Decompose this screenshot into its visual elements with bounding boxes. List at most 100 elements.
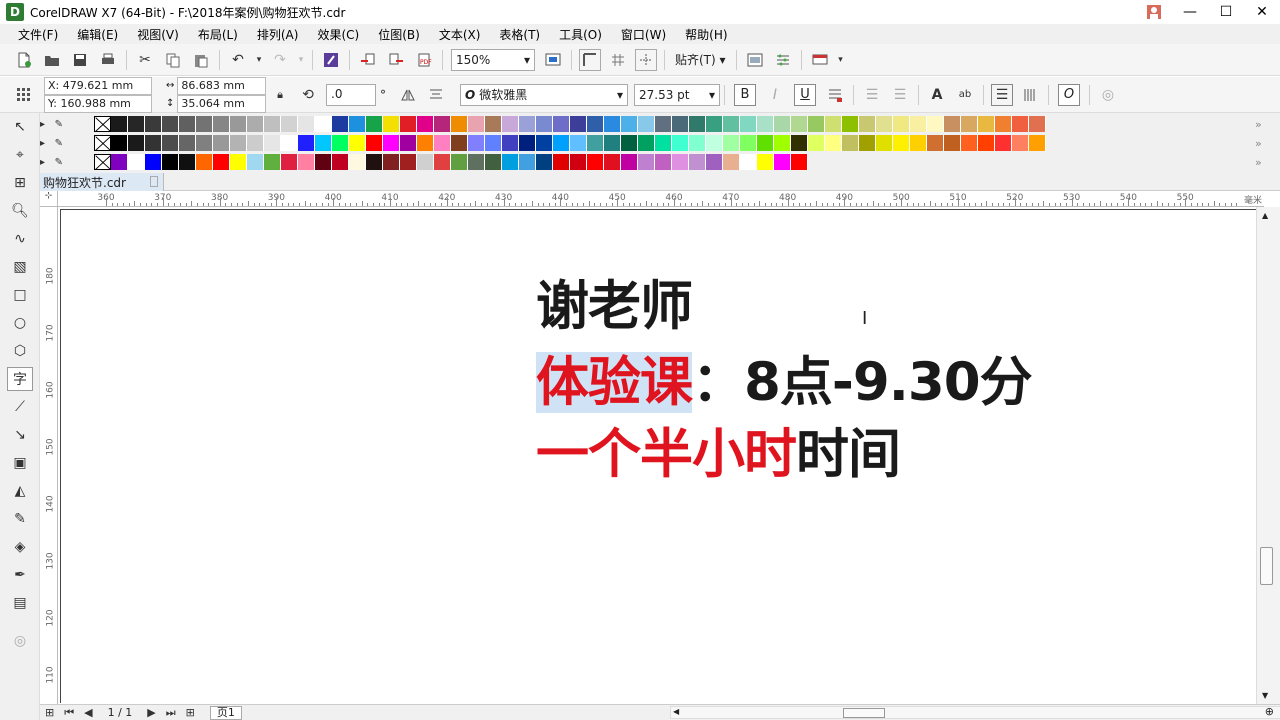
eyedropper-icon[interactable]: ✎ (55, 157, 63, 168)
close-button[interactable]: ✕ (1244, 0, 1280, 24)
vertical-ruler[interactable]: 180 170 160 150 140 130 120 110 (40, 207, 58, 704)
color-swatch[interactable] (162, 135, 179, 151)
color-swatch[interactable] (434, 116, 451, 132)
color-swatch[interactable] (672, 154, 689, 170)
smart-fill-icon[interactable]: ▧ (7, 255, 33, 279)
color-swatch[interactable] (740, 135, 757, 151)
color-swatch[interactable] (485, 154, 502, 170)
color-swatch[interactable] (451, 154, 468, 170)
color-swatch[interactable] (587, 116, 604, 132)
cut-icon[interactable]: ✂ (134, 49, 156, 71)
navigator-zoom-icon[interactable]: ⊕ (1265, 705, 1274, 718)
color-swatch[interactable] (604, 135, 621, 151)
menu-edit[interactable]: 编辑(E) (77, 26, 118, 43)
color-swatch[interactable] (315, 154, 332, 170)
color-swatch[interactable] (842, 135, 859, 151)
color-swatch[interactable] (145, 135, 162, 151)
color-swatch[interactable] (978, 135, 995, 151)
color-swatch[interactable] (1012, 116, 1029, 132)
ellipse-tool-icon[interactable]: ○ (7, 311, 33, 335)
color-swatch[interactable] (213, 154, 230, 170)
text-alignment-icon[interactable] (824, 84, 846, 106)
show-rulers-icon[interactable] (579, 48, 601, 71)
color-swatch[interactable] (111, 135, 128, 151)
color-swatch[interactable] (995, 135, 1012, 151)
color-swatch[interactable] (995, 116, 1012, 132)
color-swatch[interactable] (706, 116, 723, 132)
canvas-text-line-1[interactable]: 谢老师 (536, 277, 693, 337)
rotation-angle-field[interactable]: .0 (326, 83, 376, 106)
color-eyedropper-icon[interactable]: ✎ (7, 507, 33, 531)
color-swatch[interactable] (927, 135, 944, 151)
last-page-icon[interactable]: ⏭ (166, 706, 176, 720)
color-swatch[interactable] (774, 135, 791, 151)
color-swatch[interactable] (689, 116, 706, 132)
color-swatch[interactable] (264, 154, 281, 170)
horizontal-scrollbar[interactable]: ◀ ▶ (670, 706, 1280, 719)
object-origin-icon[interactable] (13, 84, 35, 106)
color-swatch[interactable] (264, 135, 281, 151)
color-swatch[interactable] (162, 154, 179, 170)
canvas-text-line-3[interactable]: 一个半小时时间 (536, 425, 901, 485)
color-swatch[interactable] (417, 154, 434, 170)
color-swatch[interactable] (349, 135, 366, 151)
color-swatch[interactable] (485, 116, 502, 132)
color-swatch[interactable] (944, 116, 961, 132)
shape-tool-icon[interactable]: ⌖ (7, 143, 33, 167)
color-swatch[interactable] (536, 154, 553, 170)
color-swatch[interactable] (536, 135, 553, 151)
text-tool-icon[interactable]: 字 (7, 367, 33, 391)
no-fill-swatch[interactable] (94, 154, 111, 170)
color-swatch[interactable] (808, 116, 825, 132)
no-fill-swatch[interactable] (94, 135, 111, 151)
color-swatch[interactable] (621, 154, 638, 170)
color-swatch[interactable] (162, 116, 179, 132)
color-swatch[interactable] (655, 116, 672, 132)
color-swatch[interactable] (825, 116, 842, 132)
color-swatch[interactable] (859, 135, 876, 151)
color-swatch[interactable] (196, 135, 213, 151)
color-swatch[interactable] (893, 116, 910, 132)
show-grid-icon[interactable] (607, 49, 629, 71)
color-swatch[interactable] (366, 135, 383, 151)
import-icon[interactable] (357, 49, 379, 71)
color-swatch[interactable] (400, 135, 417, 151)
color-swatch[interactable] (298, 116, 315, 132)
color-swatch[interactable] (740, 116, 757, 132)
color-swatch[interactable] (179, 116, 196, 132)
crop-tool-icon[interactable]: ⊞ (7, 171, 33, 195)
color-swatch[interactable] (111, 116, 128, 132)
color-swatch[interactable] (145, 116, 162, 132)
color-swatch[interactable] (332, 116, 349, 132)
color-swatch[interactable] (638, 135, 655, 151)
transparency-tool-icon[interactable]: ◭ (7, 479, 33, 503)
color-swatch[interactable] (179, 135, 196, 151)
color-swatch[interactable] (434, 154, 451, 170)
color-swatch[interactable] (825, 135, 842, 151)
color-swatch[interactable] (196, 116, 213, 132)
welcome-screen-icon[interactable] (744, 49, 766, 71)
color-swatch[interactable] (213, 135, 230, 151)
dimension-tool-icon[interactable]: ⟋ (7, 395, 33, 419)
color-swatch[interactable] (417, 135, 434, 151)
italic-icon[interactable]: I (764, 84, 786, 106)
color-swatch[interactable] (111, 154, 128, 170)
color-swatch[interactable] (128, 154, 145, 170)
color-swatch[interactable] (264, 116, 281, 132)
color-swatch[interactable] (366, 154, 383, 170)
color-swatch[interactable] (502, 135, 519, 151)
color-swatch[interactable] (638, 154, 655, 170)
connector-tool-icon[interactable]: ↘ (7, 423, 33, 447)
color-swatch[interactable] (128, 135, 145, 151)
color-swatch[interactable] (1012, 135, 1029, 151)
color-swatch[interactable] (978, 116, 995, 132)
color-swatch[interactable] (502, 116, 519, 132)
color-swatch[interactable] (230, 135, 247, 151)
color-swatch[interactable] (332, 154, 349, 170)
text-properties-icon[interactable]: A (926, 84, 948, 106)
color-swatch[interactable] (315, 135, 332, 151)
print-icon[interactable] (97, 49, 119, 71)
color-swatch[interactable] (298, 154, 315, 170)
new-document-icon[interactable] (13, 49, 35, 71)
menu-layout[interactable]: 布局(L) (198, 26, 238, 43)
